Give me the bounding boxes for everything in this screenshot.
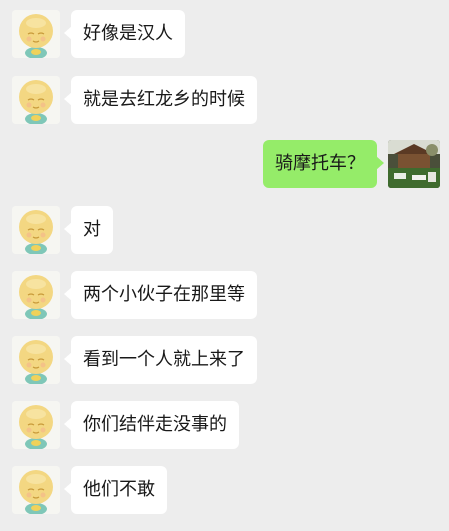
message-bubble[interactable]: 看到一个人就上来了 [64, 336, 257, 384]
chat-message: 两个小伙子在那里等 [12, 271, 257, 319]
message-bubble[interactable]: 他们不敢 [64, 466, 167, 514]
cartoon-face-avatar-icon[interactable] [12, 10, 60, 58]
message-bubble[interactable]: 对 [64, 206, 113, 254]
cartoon-face-avatar-icon[interactable] [12, 401, 60, 449]
chat-message: 对 [12, 206, 113, 254]
cartoon-face-avatar-icon[interactable] [12, 76, 60, 124]
message-bubble[interactable]: 两个小伙子在那里等 [64, 271, 257, 319]
scene-photo-avatar-icon[interactable] [388, 140, 440, 188]
message-bubble[interactable]: 就是去红龙乡的时候 [64, 76, 257, 124]
chat-message: 你们结伴走没事的 [12, 401, 239, 449]
cartoon-face-avatar-icon[interactable] [12, 206, 60, 254]
chat-message: 好像是汉人 [12, 10, 185, 58]
chat-message: 看到一个人就上来了 [12, 336, 257, 384]
chat-message: 骑摩托车？ [263, 140, 440, 188]
message-bubble[interactable]: 骑摩托车？ [263, 140, 384, 188]
cartoon-face-avatar-icon[interactable] [12, 271, 60, 319]
message-bubble[interactable]: 好像是汉人 [64, 10, 185, 58]
chat-message: 他们不敢 [12, 466, 167, 514]
chat-message: 就是去红龙乡的时候 [12, 76, 257, 124]
cartoon-face-avatar-icon[interactable] [12, 336, 60, 384]
message-bubble[interactable]: 你们结伴走没事的 [64, 401, 239, 449]
cartoon-face-avatar-icon[interactable] [12, 466, 60, 514]
